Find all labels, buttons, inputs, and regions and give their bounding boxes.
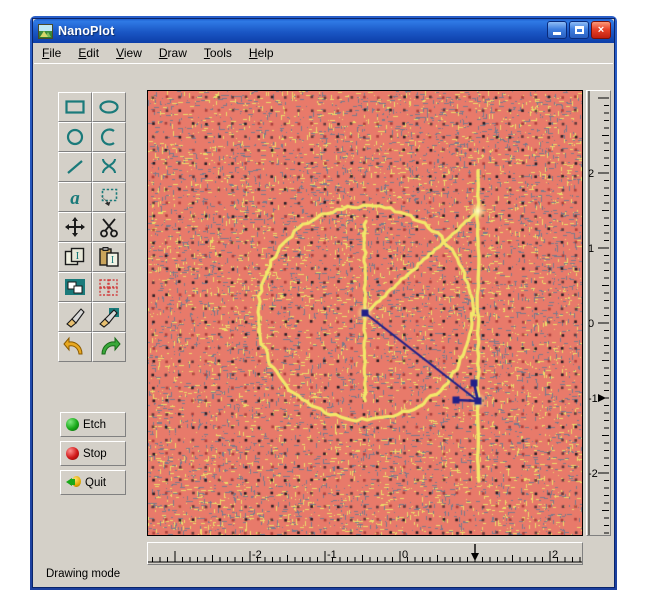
svg-text:2: 2 xyxy=(552,549,558,561)
svg-text:-1: -1 xyxy=(327,549,337,561)
paintbrush-icon xyxy=(63,306,87,328)
rectangle-icon xyxy=(67,102,84,113)
curve-icon xyxy=(103,159,115,173)
svg-text:2: 2 xyxy=(588,168,594,180)
close-button[interactable]: × xyxy=(591,21,611,39)
svg-text:I: I xyxy=(76,250,80,262)
tool-panel: a xyxy=(58,92,126,362)
menu-draw[interactable]: Draw xyxy=(159,46,187,60)
title-bar[interactable]: NanoPlot × xyxy=(33,19,614,43)
curve-tool[interactable] xyxy=(92,152,126,182)
svg-text:-2: -2 xyxy=(252,549,262,561)
svg-text:0: 0 xyxy=(402,549,408,561)
menu-tools[interactable]: Tools xyxy=(204,46,232,60)
scan-canvas[interactable] xyxy=(147,90,583,536)
line-icon xyxy=(68,161,82,173)
fill-brush-tool[interactable] xyxy=(92,302,126,332)
status-mode-text: Drawing mode xyxy=(46,568,120,580)
ellipse-tool[interactable] xyxy=(92,92,126,122)
line-tool[interactable] xyxy=(58,152,92,182)
image-landscape-icon xyxy=(38,24,53,39)
client-area: a xyxy=(34,63,613,586)
quit-button[interactable]: Quit xyxy=(60,470,126,495)
crop-select-tool[interactable] xyxy=(92,182,126,212)
close-icon: × xyxy=(598,25,604,36)
etch-button[interactable]: Etch xyxy=(60,412,126,437)
circle-tool[interactable] xyxy=(58,122,92,152)
move-arrows-icon xyxy=(64,216,86,238)
maximize-button[interactable] xyxy=(569,21,589,39)
svg-text:I: I xyxy=(111,255,114,266)
menu-view[interactable]: View xyxy=(116,46,142,60)
svg-text:1: 1 xyxy=(588,243,594,255)
crop-icon xyxy=(97,186,121,208)
screenshot-root: NanoPlot × File Edit View Draw Tools Hel… xyxy=(0,0,647,606)
scissors-icon xyxy=(98,216,120,238)
brush-tool[interactable] xyxy=(58,302,92,332)
menu-bar: File Edit View Draw Tools Help xyxy=(34,43,613,63)
paste-tool[interactable]: I xyxy=(92,242,126,272)
fill-brush-icon xyxy=(97,306,121,328)
vertical-ruler[interactable]: 2 1 0 -2 -1 xyxy=(586,90,611,536)
cut-tool[interactable] xyxy=(92,212,126,242)
copy-tool[interactable]: I xyxy=(58,242,92,272)
horizontal-ruler[interactable]: -2 -1 0 2 xyxy=(147,542,583,565)
status-bar: Drawing mode xyxy=(36,564,611,584)
stop-button-label: Stop xyxy=(83,448,107,460)
group-icon xyxy=(63,276,87,298)
text-a-icon: a xyxy=(70,188,80,208)
nanoplot-window: NanoPlot × File Edit View Draw Tools Hel… xyxy=(32,18,615,588)
rectangle-tool[interactable] xyxy=(58,92,92,122)
stm-scan-image[interactable] xyxy=(148,91,582,535)
svg-text:-1: -1 xyxy=(588,393,598,405)
quit-button-label: Quit xyxy=(85,477,106,489)
group-tool[interactable] xyxy=(58,272,92,302)
redo-tool[interactable] xyxy=(92,332,126,362)
paste-icon: I xyxy=(97,246,121,268)
green-led-icon xyxy=(66,418,79,431)
copy-icon: I xyxy=(63,246,87,268)
menu-help[interactable]: Help xyxy=(249,46,274,60)
action-button-group: Etch Stop Quit xyxy=(60,412,126,499)
svg-text:-2: -2 xyxy=(588,468,598,480)
arc-icon xyxy=(102,130,114,145)
window-title: NanoPlot xyxy=(58,24,114,38)
undo-arrow-icon xyxy=(63,336,87,358)
exit-arrow-icon xyxy=(66,476,81,489)
menu-edit[interactable]: Edit xyxy=(78,46,99,60)
ellipse-icon xyxy=(101,102,118,113)
redo-arrow-icon xyxy=(97,336,121,358)
menu-file[interactable]: File xyxy=(42,46,61,60)
minimize-button[interactable] xyxy=(547,21,567,39)
arc-tool[interactable] xyxy=(92,122,126,152)
ungroup-icon xyxy=(97,276,121,298)
red-led-icon xyxy=(66,447,79,460)
ungroup-tool[interactable] xyxy=(92,272,126,302)
move-tool[interactable] xyxy=(58,212,92,242)
window-controls: × xyxy=(547,21,611,39)
stop-button[interactable]: Stop xyxy=(60,441,126,466)
tool-grid: a xyxy=(58,92,126,362)
undo-tool[interactable] xyxy=(58,332,92,362)
text-tool[interactable]: a xyxy=(58,182,92,212)
etch-button-label: Etch xyxy=(83,419,106,431)
circle-icon xyxy=(68,130,82,144)
svg-text:0: 0 xyxy=(588,318,594,330)
